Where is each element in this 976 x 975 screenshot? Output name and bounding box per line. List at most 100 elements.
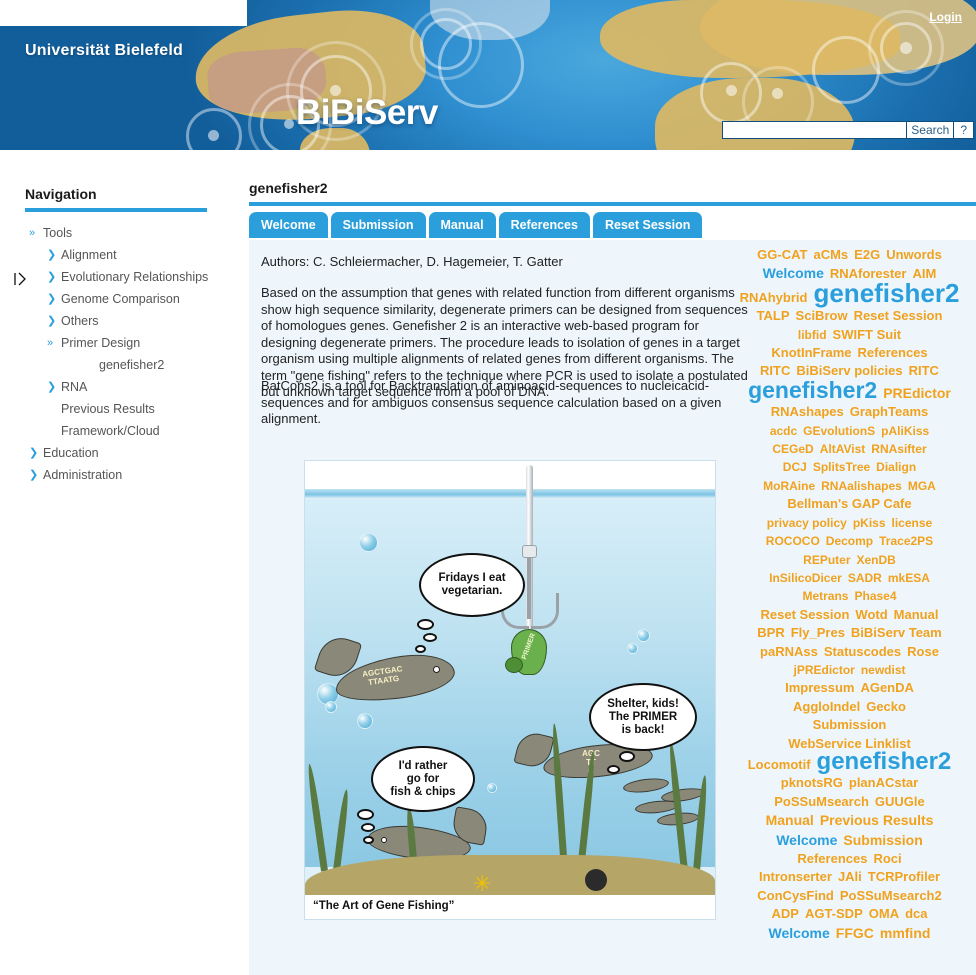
sidebar-item-genefisher2[interactable]: genefisher2 bbox=[25, 354, 247, 376]
tag-manual[interactable]: Manual bbox=[766, 812, 814, 828]
tag-mkesa[interactable]: mkESA bbox=[888, 571, 930, 585]
tag-graphteams[interactable]: GraphTeams bbox=[850, 404, 929, 419]
tag-predictor[interactable]: PREdictor bbox=[883, 385, 951, 401]
sidebar-item-education[interactable]: ❯ Education bbox=[25, 442, 247, 464]
tag-genefisher2[interactable]: genefisher2 bbox=[817, 748, 952, 775]
tag-reputer[interactable]: REPuter bbox=[803, 553, 850, 567]
sidebar-item-rna[interactable]: ❯ RNA bbox=[25, 376, 247, 398]
tag-ffgc[interactable]: FFGC bbox=[836, 925, 874, 941]
sidebar-item-others[interactable]: ❯ Others bbox=[25, 310, 247, 332]
tag-dca[interactable]: dca bbox=[905, 906, 927, 921]
tag-previous-results[interactable]: Previous Results bbox=[820, 812, 934, 828]
tag-intronserter[interactable]: Intronserter bbox=[759, 869, 832, 884]
tag-mga[interactable]: MGA bbox=[908, 479, 936, 493]
sidebar-item-evolutionary-relationships[interactable]: ❯ Evolutionary Relationships bbox=[25, 266, 247, 288]
sidebar-item-tools[interactable]: » Tools bbox=[25, 222, 247, 244]
tag-phase4[interactable]: Phase4 bbox=[854, 589, 896, 603]
tag-jpredictor[interactable]: jPREdictor bbox=[793, 663, 854, 677]
tag-e2g[interactable]: E2G bbox=[854, 247, 880, 262]
tab-references[interactable]: References bbox=[498, 212, 590, 238]
tag-talp[interactable]: TALP bbox=[757, 308, 790, 323]
tag-license[interactable]: license bbox=[892, 516, 933, 530]
tag-jali[interactable]: JAli bbox=[838, 869, 862, 884]
tag-trace2ps[interactable]: Trace2PS bbox=[879, 534, 933, 548]
tag-gevolutions[interactable]: GEvolutionS bbox=[803, 424, 875, 438]
tag-bellman-s-gap-cafe[interactable]: Bellman's GAP Cafe bbox=[787, 496, 911, 511]
tab-reset-session[interactable]: Reset Session bbox=[592, 212, 703, 238]
tag-privacy-policy[interactable]: privacy policy bbox=[767, 516, 847, 530]
tag-libfid[interactable]: libfid bbox=[798, 328, 827, 342]
tag-wotd[interactable]: Wotd bbox=[855, 607, 887, 622]
tag-rnahybrid[interactable]: RNAhybrid bbox=[740, 290, 808, 305]
panel-expand-icon[interactable] bbox=[12, 270, 30, 288]
tag-rnashapes[interactable]: RNAshapes bbox=[771, 404, 844, 419]
tag-locomotif[interactable]: Locomotif bbox=[748, 757, 811, 772]
tag-statuscodes[interactable]: Statuscodes bbox=[824, 644, 901, 659]
tag-rnaalishapes[interactable]: RNAalishapes bbox=[821, 479, 902, 493]
login-link[interactable]: Login bbox=[929, 10, 962, 24]
tag-agt-sdp[interactable]: AGT-SDP bbox=[805, 906, 863, 921]
tag-tcrprofiler[interactable]: TCRProfiler bbox=[868, 869, 940, 884]
tag-fly-pres[interactable]: Fly_Pres bbox=[791, 625, 845, 640]
tag-reset-session[interactable]: Reset Session bbox=[761, 607, 850, 622]
tab-welcome[interactable]: Welcome bbox=[249, 212, 328, 238]
tag-scibrow[interactable]: SciBrow bbox=[796, 308, 848, 323]
tag-pknotsrg[interactable]: pknotsRG bbox=[781, 775, 843, 790]
tag-metrans[interactable]: Metrans bbox=[802, 589, 848, 603]
tag-references[interactable]: References bbox=[797, 851, 867, 866]
tag-insilicodicer[interactable]: InSilicoDicer bbox=[769, 571, 842, 585]
tag-acms[interactable]: aCMs bbox=[813, 247, 848, 262]
tag-submission[interactable]: Submission bbox=[813, 717, 887, 732]
tag-ceged[interactable]: CEGeD bbox=[772, 442, 813, 456]
tag-guugle[interactable]: GUUGle bbox=[875, 794, 925, 809]
sidebar-item-previous-results[interactable]: Previous Results bbox=[25, 398, 247, 420]
sidebar-item-administration[interactable]: ❯ Administration bbox=[25, 464, 247, 486]
tag-bibiserv-team[interactable]: BiBiServ Team bbox=[851, 625, 942, 640]
tab-submission[interactable]: Submission bbox=[330, 212, 426, 238]
tag-manual[interactable]: Manual bbox=[894, 607, 939, 622]
tag-swift-suit[interactable]: SWIFT Suit bbox=[833, 327, 902, 342]
tag-bpr[interactable]: BPR bbox=[757, 625, 784, 640]
tag-references[interactable]: References bbox=[858, 345, 928, 360]
tag-adp[interactable]: ADP bbox=[772, 906, 799, 921]
tag-genefisher2[interactable]: genefisher2 bbox=[748, 377, 877, 403]
tag-moraine[interactable]: MoRAine bbox=[763, 479, 815, 493]
tag-dialign[interactable]: Dialign bbox=[876, 460, 916, 474]
tag-submission[interactable]: Submission bbox=[843, 832, 922, 848]
tag-rococo[interactable]: ROCOCO bbox=[766, 534, 820, 548]
tag-newdist[interactable]: newdist bbox=[861, 663, 906, 677]
sidebar-item-framework-cloud[interactable]: Framework/Cloud bbox=[25, 420, 247, 442]
tag-possumsearch2[interactable]: PoSSuMsearch2 bbox=[840, 888, 942, 903]
tag-gecko[interactable]: Gecko bbox=[866, 699, 906, 714]
search-input[interactable] bbox=[722, 121, 908, 139]
tag-splitstree[interactable]: SplitsTree bbox=[813, 460, 870, 474]
tag-parnass[interactable]: paRNAss bbox=[760, 644, 818, 659]
tab-manual[interactable]: Manual bbox=[428, 212, 496, 238]
tag-agenda[interactable]: AGenDA bbox=[860, 680, 913, 695]
tag-altavist[interactable]: AltAVist bbox=[820, 442, 866, 456]
tag-planacstar[interactable]: planACstar bbox=[849, 775, 918, 790]
tag-concysfind[interactable]: ConCysFind bbox=[757, 888, 834, 903]
tag-dcj[interactable]: DCJ bbox=[783, 460, 807, 474]
tag-rose[interactable]: Rose bbox=[907, 644, 939, 659]
tag-welcome[interactable]: Welcome bbox=[769, 925, 830, 941]
tag-aggloindel[interactable]: AggloIndel bbox=[793, 699, 860, 714]
tag-xendb[interactable]: XenDB bbox=[857, 553, 896, 567]
tag-mmfind[interactable]: mmfind bbox=[880, 925, 931, 941]
tag-pkiss[interactable]: pKiss bbox=[853, 516, 886, 530]
tag-ritc[interactable]: RITC bbox=[909, 363, 939, 378]
sidebar-item-alignment[interactable]: ❯ Alignment bbox=[25, 244, 247, 266]
tag-decomp[interactable]: Decomp bbox=[826, 534, 873, 548]
help-button[interactable]: ? bbox=[954, 121, 974, 139]
tag-impressum[interactable]: Impressum bbox=[785, 680, 854, 695]
tag-palikiss[interactable]: pAliKiss bbox=[881, 424, 929, 438]
tag-oma[interactable]: OMA bbox=[869, 906, 899, 921]
tag-possumsearch[interactable]: PoSSuMsearch bbox=[774, 794, 869, 809]
tag-welcome[interactable]: Welcome bbox=[776, 832, 837, 848]
sidebar-item-primer-design[interactable]: » Primer Design bbox=[25, 332, 247, 354]
tag-reset-session[interactable]: Reset Session bbox=[854, 308, 943, 323]
sidebar-item-genome-comparison[interactable]: ❯ Genome Comparison bbox=[25, 288, 247, 310]
search-button[interactable]: Search bbox=[907, 121, 955, 139]
tag-gg-cat[interactable]: GG-CAT bbox=[757, 247, 807, 262]
tag-rnasifter[interactable]: RNAsifter bbox=[871, 442, 926, 456]
